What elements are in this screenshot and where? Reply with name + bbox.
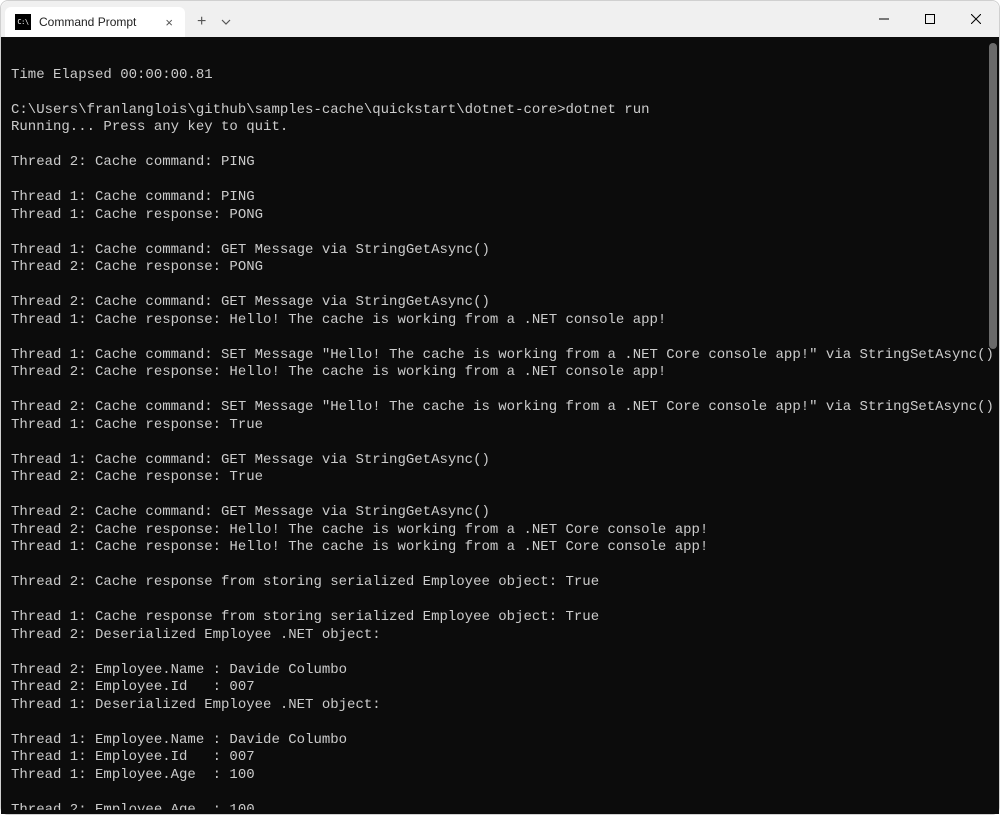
close-button[interactable] (953, 1, 999, 37)
maximize-button[interactable] (907, 1, 953, 37)
terminal-area: Time Elapsed 00:00:00.81 C:\Users\franla… (1, 37, 999, 814)
close-tab-icon[interactable]: × (163, 15, 175, 30)
window-controls (861, 1, 999, 37)
tabs-row: C:\ Command Prompt × + (1, 1, 232, 37)
tab-actions: + (185, 7, 232, 37)
title-bar: C:\ Command Prompt × + (1, 1, 999, 37)
scrollbar[interactable] (989, 43, 997, 808)
new-tab-button[interactable]: + (197, 13, 206, 31)
tab-dropdown-icon[interactable] (220, 16, 232, 28)
tab-command-prompt[interactable]: C:\ Command Prompt × (5, 7, 185, 37)
cmd-icon: C:\ (15, 14, 31, 30)
minimize-button[interactable] (861, 1, 907, 37)
tab-title: Command Prompt (39, 15, 155, 29)
scrollbar-thumb[interactable] (989, 43, 997, 349)
terminal-output[interactable]: Time Elapsed 00:00:00.81 C:\Users\franla… (5, 41, 995, 810)
